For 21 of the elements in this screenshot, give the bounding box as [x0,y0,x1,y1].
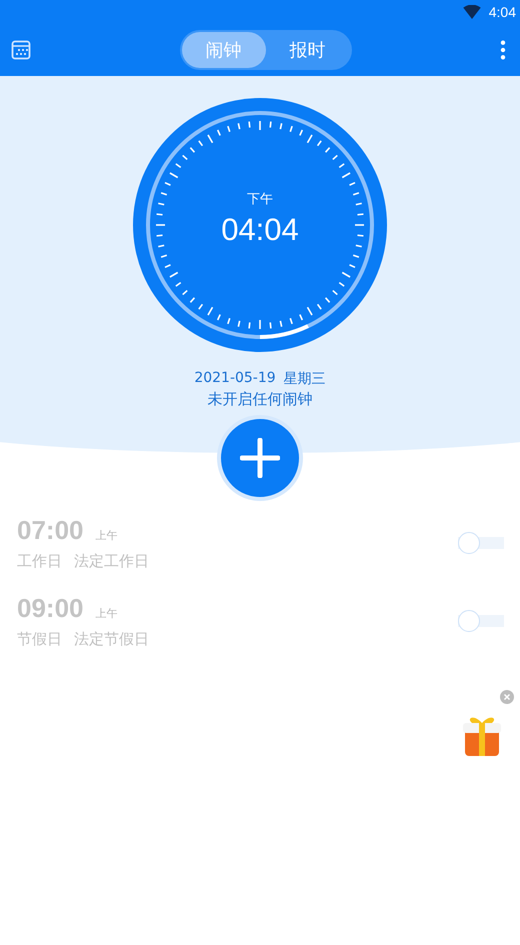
alarm-status-text: 未开启任何闹钟 [208,390,312,409]
date-text: 2021-05-19 [194,370,276,388]
close-icon[interactable] [500,690,514,704]
tab[interactable]: 报时 [266,32,350,68]
repeat-label: 法定节假日 [74,630,149,649]
clock-time: 4:04 [488,4,516,20]
more-icon[interactable] [500,40,506,60]
plus-icon [240,438,280,478]
repeat-label: 法定工作日 [74,552,149,571]
calendar-icon[interactable] [11,40,31,60]
repeat-label: 节假日 [17,630,62,649]
alarm-period: 上午 [96,606,118,621]
period-label: 下午 [247,191,273,208]
current-time: 04:04 [221,212,299,248]
alarm-time: 07:00 [17,515,84,546]
wifi-icon [462,5,481,19]
repeat-label: 工作日 [17,552,62,571]
alarm-time: 09:00 [17,593,84,624]
tab[interactable]: 闹钟 [182,32,266,68]
alarm-period: 上午 [96,528,118,543]
weekday-text: 星期三 [284,370,326,388]
